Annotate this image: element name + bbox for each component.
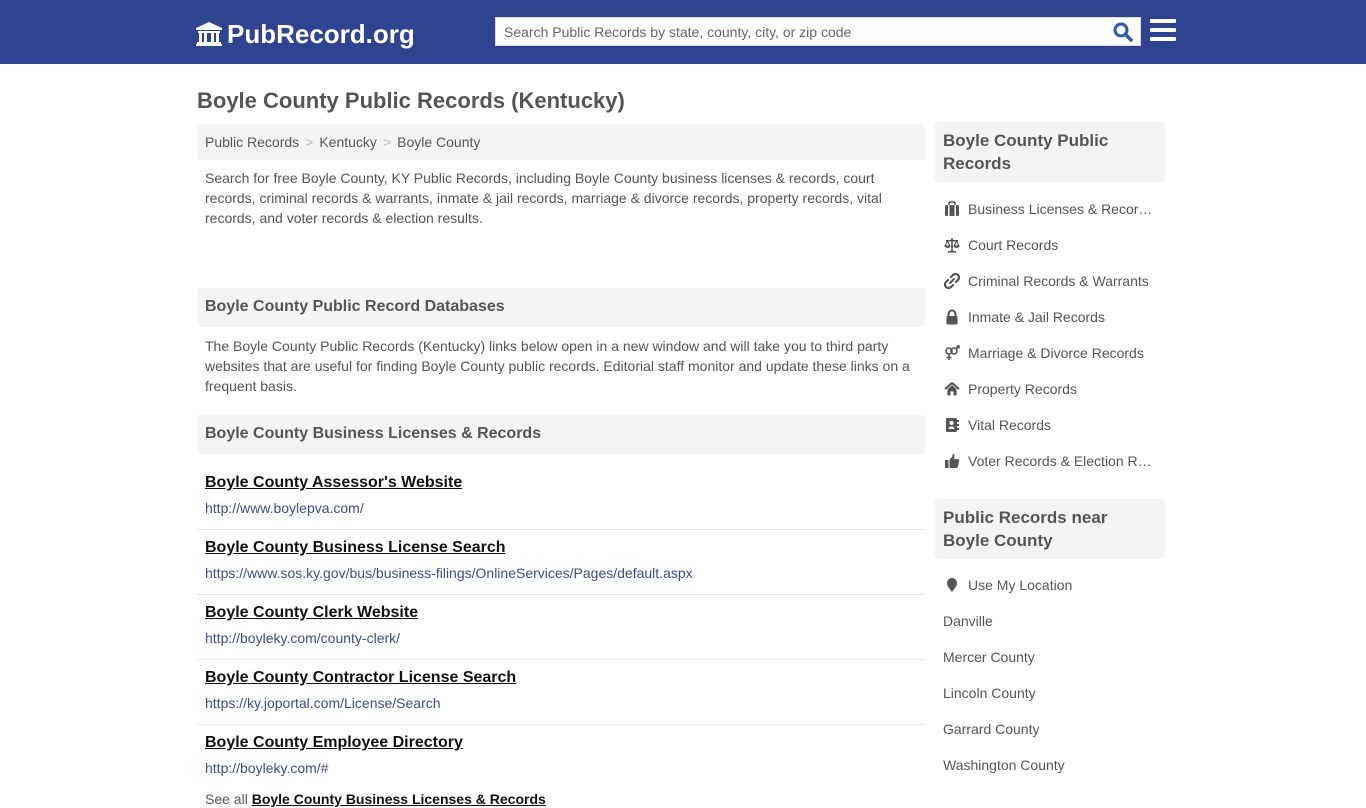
sidebar-item-label: Lincoln County bbox=[943, 685, 1036, 701]
sidebar-item-label: Court Records bbox=[968, 237, 1059, 253]
list-item: Boyle County Employee Directory http://b… bbox=[197, 725, 925, 790]
lock-icon bbox=[943, 309, 960, 325]
sidebar-item-vital[interactable]: Vital Records bbox=[935, 407, 1165, 443]
link-title[interactable]: Boyle County Assessor's Website bbox=[205, 473, 917, 493]
list-item: Boyle County Assessor's Website http://w… bbox=[197, 465, 925, 530]
see-all-prefix: See all bbox=[205, 791, 248, 807]
link-url[interactable]: http://boyleky.com/# bbox=[205, 758, 917, 778]
intro-text: Search for free Boyle County, KY Public … bbox=[205, 170, 882, 226]
near-item-garrard-county[interactable]: Garrard County bbox=[935, 711, 1165, 747]
site-logo[interactable]: PubRecord.org bbox=[195, 18, 415, 50]
map-marker-icon bbox=[943, 577, 960, 593]
near-item-mercer-county[interactable]: Mercer County bbox=[935, 639, 1165, 675]
main-content: Public Records > Kentucky > Boyle County Sea… bbox=[197, 124, 925, 808]
thumbs-up-icon bbox=[943, 453, 960, 469]
page-title: Boyle County Public Records (Kentucky) bbox=[197, 88, 625, 113]
breadcrumb-separator: > bbox=[305, 134, 314, 150]
sidebar-item-voter[interactable]: Voter Records & Election Results bbox=[935, 443, 1165, 479]
sidebar-item-label: Business Licenses & Records bbox=[968, 201, 1153, 217]
link-title[interactable]: Boyle County Employee Directory bbox=[205, 733, 917, 753]
search-icon bbox=[1113, 22, 1133, 42]
sidebar-records-list: Business Licenses & Records Court Record… bbox=[935, 182, 1165, 479]
use-my-location-link[interactable]: Use My Location bbox=[935, 567, 1165, 603]
courthouse-icon bbox=[196, 22, 222, 46]
link-url[interactable]: https://ky.joportal.com/License/Search bbox=[205, 693, 917, 713]
breadcrumb-separator: > bbox=[382, 134, 392, 150]
sidebar-item-label: Use My Location bbox=[968, 577, 1073, 593]
link-title[interactable]: Boyle County Clerk Website bbox=[205, 603, 917, 623]
breadcrumb-item-kentucky[interactable]: Kentucky bbox=[319, 134, 377, 150]
sidebar-item-criminal[interactable]: Criminal Records & Warrants bbox=[935, 263, 1165, 299]
hamburger-line bbox=[1150, 28, 1176, 32]
breadcrumb-item-public-records[interactable]: Public Records bbox=[205, 134, 299, 150]
hamburger-line bbox=[1150, 37, 1176, 41]
home-icon bbox=[943, 381, 960, 397]
breadcrumb-item-boyle-county[interactable]: Boyle County bbox=[397, 134, 480, 150]
near-item-washington-county[interactable]: Washington County bbox=[935, 747, 1165, 783]
databases-text: The Boyle County Public Records (Kentuck… bbox=[205, 338, 910, 394]
venus-mars-icon bbox=[943, 345, 960, 361]
sidebar-near-section: Public Records near Boyle County Use My … bbox=[935, 499, 1165, 783]
link-url[interactable]: https://www.sos.ky.gov/bus/business-fili… bbox=[205, 563, 917, 583]
business-heading: Boyle County Business Licenses & Records bbox=[197, 415, 925, 454]
sidebar: Boyle County Public Records Business Lic… bbox=[935, 122, 1165, 783]
see-all-row: See all Boyle County Business Licenses &… bbox=[197, 790, 925, 808]
see-all-link[interactable]: Boyle County Business Licenses & Records bbox=[252, 791, 546, 807]
sidebar-item-business[interactable]: Business Licenses & Records bbox=[935, 191, 1165, 227]
sidebar-item-marriage[interactable]: Marriage & Divorce Records bbox=[935, 335, 1165, 371]
databases-heading: Boyle County Public Record Databases bbox=[197, 288, 925, 327]
sidebar-item-label: Criminal Records & Warrants bbox=[968, 273, 1149, 289]
site-header: PubRecord.org bbox=[0, 0, 1366, 64]
sidebar-item-label: Mercer County bbox=[943, 649, 1035, 665]
link-url[interactable]: http://boyleky.com/county-clerk/ bbox=[205, 628, 917, 648]
sidebar-records-heading: Boyle County Public Records bbox=[935, 122, 1165, 182]
near-item-lincoln-county[interactable]: Lincoln County bbox=[935, 675, 1165, 711]
business-links-list: Boyle County Assessor's Website http://w… bbox=[197, 465, 925, 790]
sidebar-item-label: Inmate & Jail Records bbox=[968, 309, 1105, 325]
sidebar-item-label: Property Records bbox=[968, 381, 1077, 397]
search-button[interactable] bbox=[1112, 21, 1134, 43]
sidebar-item-label: Washington County bbox=[943, 757, 1065, 773]
link-icon bbox=[943, 273, 960, 289]
sidebar-near-heading: Public Records near Boyle County bbox=[935, 499, 1165, 559]
near-item-danville[interactable]: Danville bbox=[935, 603, 1165, 639]
sidebar-item-label: Danville bbox=[943, 613, 993, 629]
breadcrumb: Public Records > Kentucky > Boyle County bbox=[197, 124, 925, 160]
sidebar-item-label: Voter Records & Election Results bbox=[968, 453, 1153, 469]
address-book-icon bbox=[943, 417, 960, 433]
search-input[interactable] bbox=[496, 18, 1106, 45]
sidebar-item-inmate[interactable]: Inmate & Jail Records bbox=[935, 299, 1165, 335]
link-title[interactable]: Boyle County Contractor License Search bbox=[205, 668, 917, 688]
sidebar-item-label: Garrard County bbox=[943, 721, 1040, 737]
list-item: Boyle County Business License Search htt… bbox=[197, 530, 925, 595]
briefcase-icon bbox=[943, 201, 960, 217]
sidebar-item-label: Vital Records bbox=[968, 417, 1052, 433]
sidebar-near-list: Use My Location Danville Mercer County L… bbox=[935, 559, 1165, 783]
logo-text: PubRecord.org bbox=[227, 19, 415, 49]
hamburger-menu-icon bbox=[1150, 19, 1176, 23]
list-item: Boyle County Contractor License Search h… bbox=[197, 660, 925, 725]
balance-scale-icon bbox=[943, 237, 960, 253]
sidebar-item-property[interactable]: Property Records bbox=[935, 371, 1165, 407]
sidebar-item-label: Marriage & Divorce Records bbox=[968, 345, 1144, 361]
hamburger-menu-button[interactable] bbox=[1150, 19, 1176, 43]
sidebar-item-court[interactable]: Court Records bbox=[935, 227, 1165, 263]
search-bar bbox=[495, 17, 1141, 46]
link-url[interactable]: http://www.boylepva.com/ bbox=[205, 498, 917, 518]
list-item: Boyle County Clerk Website http://boylek… bbox=[197, 595, 925, 660]
link-title[interactable]: Boyle County Business License Search bbox=[205, 538, 917, 558]
